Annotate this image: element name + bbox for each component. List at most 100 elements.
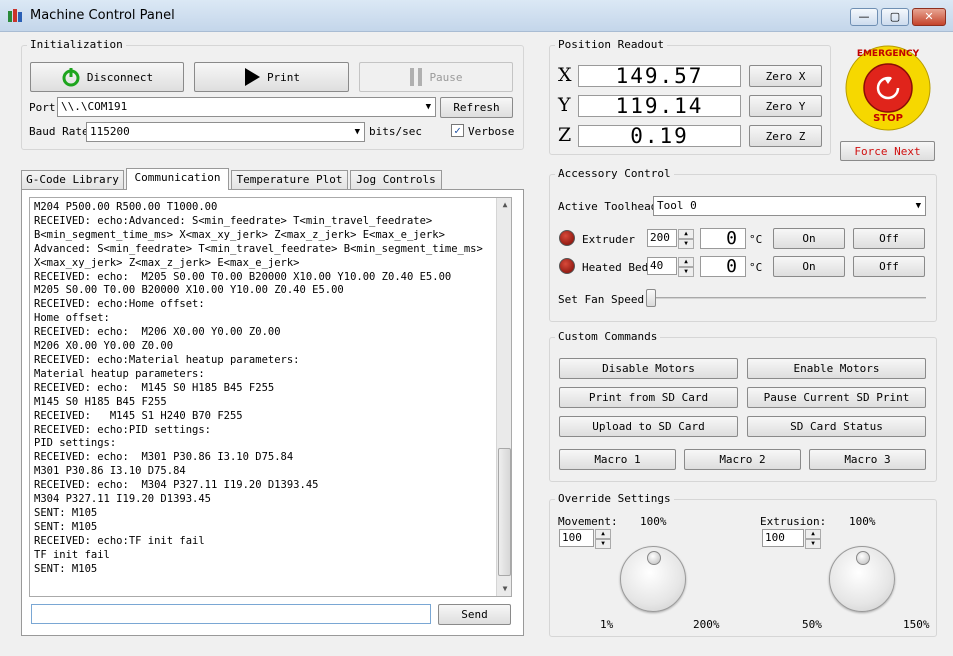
minimize-button[interactable]: —	[850, 8, 878, 26]
movement-knob[interactable]	[620, 546, 686, 612]
window-title: Machine Control Panel	[30, 8, 175, 23]
macro-2-button[interactable]: Macro 2	[684, 449, 801, 470]
extruder-target-spinner[interactable]: ▲ ▼	[678, 229, 694, 249]
scroll-up-icon[interactable]: ▲	[497, 198, 511, 212]
pause-icon	[410, 68, 423, 86]
movement-input[interactable]: 100	[559, 529, 594, 547]
bed-target-input[interactable]: 40	[647, 257, 677, 275]
play-icon	[244, 68, 260, 86]
spin-up-icon[interactable]: ▲	[678, 257, 694, 267]
zero-x-button[interactable]: Zero X	[749, 65, 822, 87]
chevron-down-icon: ▼	[354, 127, 360, 137]
initialization-label: Initialization	[27, 38, 126, 51]
log-line: RECEIVED: echo: M206 X0.00 Y0.00 Z0.00	[34, 326, 281, 339]
baud-rate-label: Baud Rate	[29, 125, 89, 138]
log-view[interactable]: M204 P500.00 R500.00 T1000.00 RECEIVED: e…	[29, 197, 512, 597]
power-icon	[62, 68, 80, 87]
log-scrollbar[interactable]: ▲ ▼	[496, 198, 511, 596]
accessory-control-label: Accessory Control	[555, 167, 674, 180]
tab-gcode-library[interactable]: G-Code Library	[21, 170, 124, 189]
spin-up-icon[interactable]: ▲	[678, 229, 694, 239]
zero-z-button[interactable]: Zero Z	[749, 125, 822, 147]
custom-commands-label: Custom Commands	[555, 330, 661, 343]
bed-off-button[interactable]: Off	[853, 256, 925, 277]
disconnect-label: Disconnect	[86, 70, 154, 84]
fan-speed-track[interactable]	[648, 297, 926, 299]
port-select[interactable]: \\.\COM191 ▼	[57, 97, 436, 117]
log-line: RECEIVED: echo:TF init fail	[34, 534, 205, 547]
extrusion-spinner[interactable]: ▲ ▼	[805, 529, 821, 549]
macro-3-button[interactable]: Macro 3	[809, 449, 926, 470]
extruder-current-readout: 0	[700, 228, 746, 249]
force-next-button[interactable]: Force Next	[840, 141, 935, 161]
spin-up-icon[interactable]: ▲	[595, 529, 611, 539]
disable-motors-button[interactable]: Disable Motors	[559, 358, 738, 379]
log-line: RECEIVED: echo:Material heatup parameter…	[34, 353, 300, 366]
bed-target-spinner[interactable]: ▲ ▼	[678, 257, 694, 277]
chevron-down-icon: ▼	[425, 102, 431, 112]
title-bar: Machine Control Panel — ▢ ✕	[0, 0, 953, 32]
movement-center-label: 100%	[640, 515, 667, 528]
bed-on-button[interactable]: On	[773, 256, 845, 277]
tab-temperature-plot[interactable]: Temperature Plot	[231, 170, 348, 189]
bed-status-led	[559, 258, 575, 274]
log-line: M145 S0 H185 B45 F255	[34, 395, 167, 408]
sd-status-button[interactable]: SD Card Status	[747, 416, 926, 437]
upload-sd-button[interactable]: Upload to SD Card	[559, 416, 738, 437]
fan-speed-slider-handle[interactable]	[646, 289, 656, 307]
zero-y-button[interactable]: Zero Y	[749, 95, 822, 117]
log-line: RECEIVED: echo: M301 P30.86 I3.10 D75.84	[34, 451, 294, 464]
scroll-down-icon[interactable]: ▼	[497, 582, 511, 596]
x-axis-label: X	[558, 64, 572, 86]
print-button[interactable]: Print	[194, 62, 349, 92]
command-input[interactable]	[31, 604, 431, 624]
close-button[interactable]: ✕	[912, 8, 946, 26]
log-line: X<max_xy_jerk> Z<max_z_jerk> E<max_e_jer…	[34, 256, 300, 269]
log-line: Material heatup parameters:	[34, 367, 205, 380]
extruder-on-button[interactable]: On	[773, 228, 845, 249]
tab-jog-controls[interactable]: Jog Controls	[350, 170, 442, 189]
emergency-stop-button[interactable]: EMERGENCY STOP	[845, 45, 931, 131]
active-toolhead-label: Active Toolhead	[558, 200, 658, 213]
verbose-label: Verbose	[468, 125, 515, 138]
spin-down-icon[interactable]: ▼	[595, 539, 611, 549]
extrusion-input[interactable]: 100	[762, 529, 804, 547]
toolhead-select[interactable]: Tool 0 ▼	[653, 196, 926, 216]
spin-up-icon[interactable]: ▲	[805, 529, 821, 539]
pause-button[interactable]: Pause	[359, 62, 513, 92]
spin-down-icon[interactable]: ▼	[678, 267, 694, 277]
log-line: M205 S0.00 T0.00 B20000 X10.00 Y10.00 Z0…	[34, 284, 344, 297]
bed-unit: °C	[749, 261, 763, 274]
x-position-readout: 149.57	[578, 65, 741, 87]
scroll-thumb[interactable]	[498, 448, 511, 576]
print-sd-button[interactable]: Print from SD Card	[559, 387, 738, 408]
enable-motors-button[interactable]: Enable Motors	[747, 358, 926, 379]
disconnect-button[interactable]: Disconnect	[30, 62, 184, 92]
extrusion-knob[interactable]	[829, 546, 895, 612]
movement-spinner[interactable]: ▲ ▼	[595, 529, 611, 549]
send-button[interactable]: Send	[438, 604, 511, 625]
baud-rate-select[interactable]: 115200 ▼	[86, 122, 365, 142]
log-line: SENT: M105	[34, 520, 98, 533]
maximize-button[interactable]: ▢	[881, 8, 909, 26]
extruder-off-button[interactable]: Off	[853, 228, 925, 249]
movement-min-label: 1%	[600, 618, 614, 631]
port-label: Port	[29, 101, 56, 114]
refresh-button[interactable]: Refresh	[440, 97, 513, 118]
print-label: Print	[266, 70, 301, 84]
verbose-checkbox[interactable]: ✓	[451, 124, 464, 137]
log-line: SENT: M105	[34, 506, 98, 519]
extrusion-max-label: 150%	[903, 618, 930, 631]
tab-communication[interactable]: Communication	[126, 168, 229, 190]
macro-1-button[interactable]: Macro 1	[559, 449, 676, 470]
extrusion-label: Extrusion:	[760, 515, 827, 528]
baud-rate-value: 115200	[90, 125, 130, 138]
extruder-target-input[interactable]: 200	[647, 229, 677, 247]
spin-down-icon[interactable]: ▼	[678, 239, 694, 249]
pause-sd-button[interactable]: Pause Current SD Print	[747, 387, 926, 408]
log-line: M301 P30.86 I3.10 D75.84	[34, 465, 186, 478]
spin-down-icon[interactable]: ▼	[805, 539, 821, 549]
movement-label: Movement:	[558, 515, 618, 528]
log-line: RECEIVED: M145 S1 H240 B70 F255	[34, 409, 243, 422]
app-icon	[8, 9, 22, 22]
